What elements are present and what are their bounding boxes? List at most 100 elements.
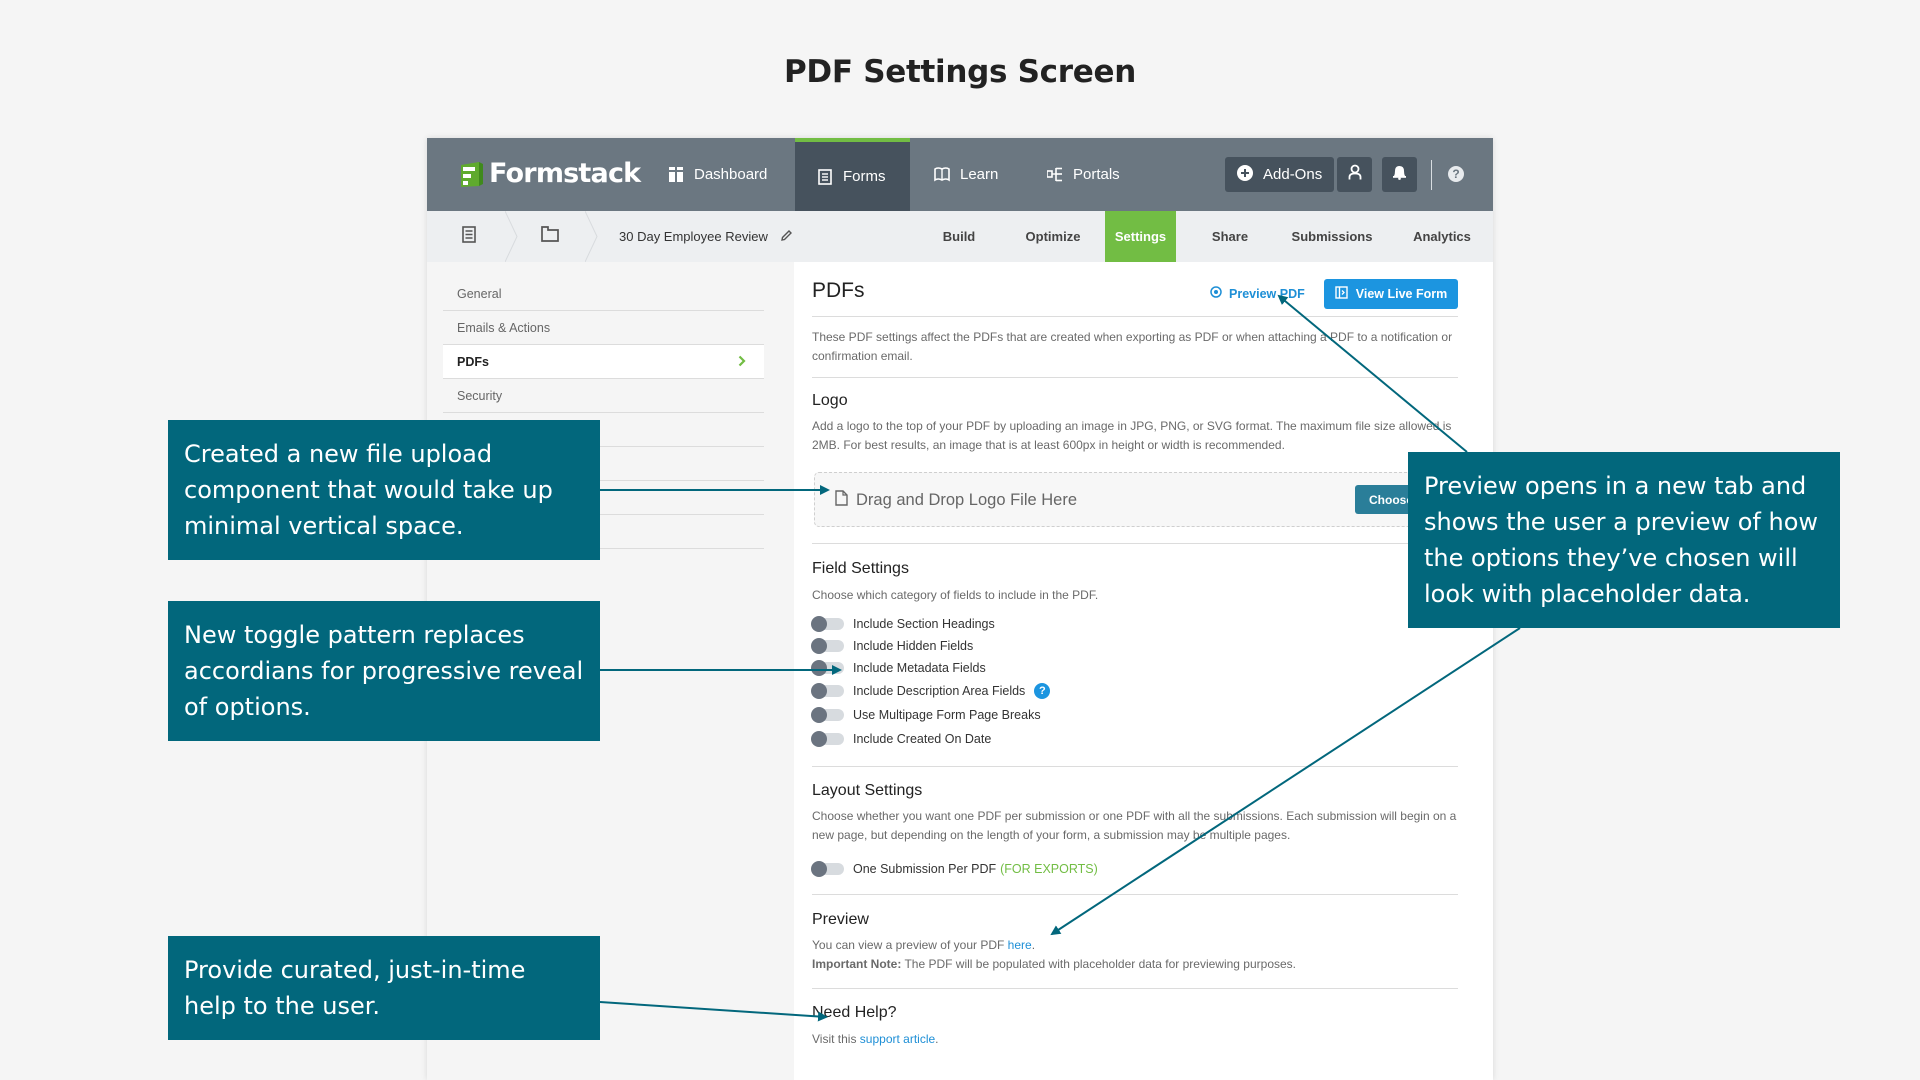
logo-description: Add a logo to the top of your PDF by upl… xyxy=(812,419,1452,452)
folder-crumb[interactable] xyxy=(525,211,575,262)
sidebar-item-general[interactable]: General xyxy=(443,277,764,311)
add-ons-button[interactable]: Add-Ons xyxy=(1225,157,1335,192)
need-help-text: Visit this support article. xyxy=(812,1030,1462,1049)
notifications-button[interactable] xyxy=(1382,157,1417,192)
nav-dashboard[interactable]: Dashboard xyxy=(646,138,789,211)
file-icon xyxy=(835,490,848,511)
main-content: PDFs Preview PDF View Live Form These PD… xyxy=(794,262,1493,1080)
divider xyxy=(812,377,1458,378)
chevron-right-icon xyxy=(738,355,746,370)
form-name: 30 Day Employee Review xyxy=(619,229,768,244)
nav-dashboard-label: Dashboard xyxy=(694,166,768,183)
layout-settings-heading: Layout Settings xyxy=(812,782,923,799)
toggle-label: Use Multipage Form Page Breaks xyxy=(853,708,1041,722)
breadcrumb-separator xyxy=(505,211,518,262)
dropzone-text: Drag and Drop Logo File Here xyxy=(856,491,1078,509)
add-ons-label: Add-Ons xyxy=(1263,166,1323,183)
toggle-row-hidden-fields[interactable]: Include Hidden Fields xyxy=(811,637,973,655)
toggle-row-section-headings[interactable]: Include Section Headings xyxy=(811,615,995,633)
preview-heading: Preview xyxy=(812,911,869,928)
breadcrumb-separator xyxy=(585,211,598,262)
pdf-intro-text: These PDF settings affect the PDFs that … xyxy=(812,330,1453,363)
toggle-switch[interactable] xyxy=(811,731,844,747)
preview-text: You can view a preview of your PDF here.… xyxy=(812,936,1462,974)
view-live-form-label: View Live Form xyxy=(1355,287,1448,301)
bell-icon xyxy=(1392,164,1407,185)
sidebar-item-pdfs[interactable]: PDFs xyxy=(443,345,764,379)
for-exports-note: (FOR EXPORTS) xyxy=(1000,862,1098,876)
tab-share[interactable]: Share xyxy=(1195,211,1265,262)
account-button[interactable] xyxy=(1337,157,1372,192)
preview-pdf-label: Preview PDF xyxy=(1229,286,1305,301)
toggle-switch[interactable] xyxy=(811,707,844,723)
logo-dropzone[interactable]: Drag and Drop Logo File Here Choose File xyxy=(814,472,1474,527)
portals-icon xyxy=(1047,167,1063,183)
divider xyxy=(812,766,1458,767)
toggle-switch[interactable] xyxy=(811,660,844,676)
logo-text: Formstack xyxy=(489,158,641,189)
support-article-link[interactable]: support article xyxy=(860,1032,935,1046)
toggle-switch[interactable] xyxy=(811,861,844,877)
toggle-label: Include Created On Date xyxy=(853,732,992,746)
tab-optimize[interactable]: Optimize xyxy=(1008,211,1098,262)
toggle-switch[interactable] xyxy=(811,683,844,699)
view-live-form-button[interactable]: View Live Form xyxy=(1324,279,1458,309)
callout-help: Provide curated, just-in-time help to th… xyxy=(168,936,600,1040)
dashboard-icon xyxy=(668,167,684,183)
help-icon[interactable]: ? xyxy=(1448,166,1464,182)
need-help-suffix: . xyxy=(935,1032,939,1046)
tab-settings[interactable]: Settings xyxy=(1105,211,1176,262)
formstack-logo[interactable]: Formstack xyxy=(457,158,641,189)
preview-text-prefix: You can view a preview of your PDF xyxy=(812,938,1008,952)
edit-pencil-icon[interactable] xyxy=(780,229,793,245)
need-help-prefix: Visit this xyxy=(812,1032,860,1046)
plus-circle-icon xyxy=(1237,164,1253,185)
nav-divider xyxy=(1431,160,1432,190)
formstack-logo-icon xyxy=(457,159,485,189)
divider xyxy=(812,316,1458,317)
document-icon xyxy=(462,225,476,248)
preview-here-link[interactable]: here xyxy=(1008,938,1032,952)
tab-submissions[interactable]: Submissions xyxy=(1282,211,1382,262)
toggle-switch[interactable] xyxy=(811,638,844,654)
sidebar-item-label: General xyxy=(457,286,502,301)
nav-portals[interactable]: Portals xyxy=(1025,138,1142,211)
divider xyxy=(812,988,1458,989)
callout-file-upload: Created a new file upload component that… xyxy=(168,420,600,560)
toggle-label: One Submission Per PDF xyxy=(853,862,997,876)
callout-preview: Preview opens in a new tab and shows the… xyxy=(1408,452,1840,628)
nav-forms-label: Forms xyxy=(843,168,886,185)
sidebar-item-label: Security xyxy=(457,388,503,403)
form-name-breadcrumb: 30 Day Employee Review xyxy=(619,211,793,262)
logo-heading: Logo xyxy=(812,392,848,409)
toggle-row-created-on-date[interactable]: Include Created On Date xyxy=(811,730,992,748)
preview-pdf-link[interactable]: Preview PDF xyxy=(1210,286,1305,301)
important-note-label: Important Note: xyxy=(812,957,902,971)
divider xyxy=(812,543,1458,544)
form-subnav: 30 Day Employee Review Build Optimize Se… xyxy=(427,211,1493,262)
nav-learn[interactable]: Learn xyxy=(912,138,1020,211)
sidebar-item-emails-actions[interactable]: Emails & Actions xyxy=(443,311,764,345)
toggle-label: Include Description Area Fields xyxy=(853,684,1026,698)
eye-target-icon xyxy=(1210,286,1222,301)
toggle-row-description-area[interactable]: Include Description Area Fields? xyxy=(811,682,1051,700)
toggle-row-metadata-fields[interactable]: Include Metadata Fields xyxy=(811,659,986,677)
tab-analytics[interactable]: Analytics xyxy=(1397,211,1487,262)
sidebar-item-label: Emails & Actions xyxy=(457,320,551,335)
help-question-icon[interactable]: ? xyxy=(1034,683,1051,699)
toggle-row-page-breaks[interactable]: Use Multipage Form Page Breaks xyxy=(811,706,1041,724)
toggle-switch[interactable] xyxy=(811,616,844,632)
tab-build[interactable]: Build xyxy=(929,211,989,262)
nav-forms[interactable]: Forms xyxy=(795,138,910,211)
field-settings-heading: Field Settings xyxy=(812,560,909,577)
toggle-label: Include Section Headings xyxy=(853,617,995,631)
toggle-row-one-submission-per-pdf[interactable]: One Submission Per PDF (FOR EXPORTS) xyxy=(811,860,1098,878)
top-nav: Formstack Dashboard Forms Learn Portals xyxy=(427,138,1493,211)
book-icon xyxy=(934,167,950,183)
form-list-crumb[interactable] xyxy=(449,211,489,262)
sidebar-item-security[interactable]: Security xyxy=(443,379,764,413)
need-help-heading: Need Help? xyxy=(812,1004,897,1021)
user-icon xyxy=(1348,164,1362,185)
divider xyxy=(812,894,1458,895)
section-title: PDFs xyxy=(812,279,865,302)
